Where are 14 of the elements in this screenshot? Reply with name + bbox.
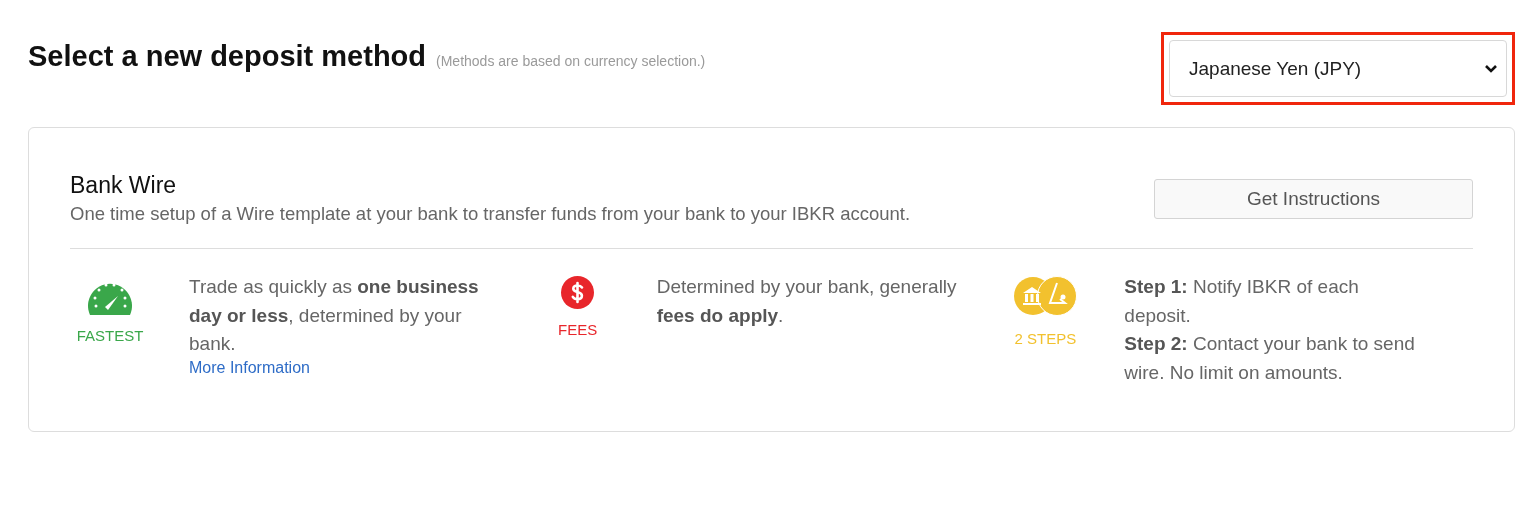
more-information-link[interactable]: More Information — [189, 358, 310, 376]
feature-label: FEES — [558, 321, 598, 338]
page-title: Select a new deposit method — [28, 40, 427, 73]
method-title: Bank Wire — [70, 172, 178, 199]
page-note: (Methods are based on currency selection.) — [436, 53, 706, 69]
feature-text: Step 1: Notify IBKR of each deposit. — [1124, 275, 1360, 328]
feature-text: Step 2: Contact your bank to send wire. No limit on amounts. — [1124, 332, 1416, 385]
currency-select[interactable]: Japanese Yen (JPY) — [1169, 40, 1507, 97]
get-instructions-button[interactable]: Get Instructions — [1154, 179, 1473, 219]
feature-text: Trade as quickly as one business day or less, determined by your bank. — [189, 275, 480, 356]
feature-label: 2 STEPS — [1014, 330, 1077, 347]
feature-label: FASTEST — [76, 327, 144, 344]
feature-text: Determined by your bank, generally fees do apply. — [656, 275, 958, 328]
method-description: One time setup of a Wire template at your bank to transfer funds from your bank to your IBKR account. — [70, 203, 911, 225]
